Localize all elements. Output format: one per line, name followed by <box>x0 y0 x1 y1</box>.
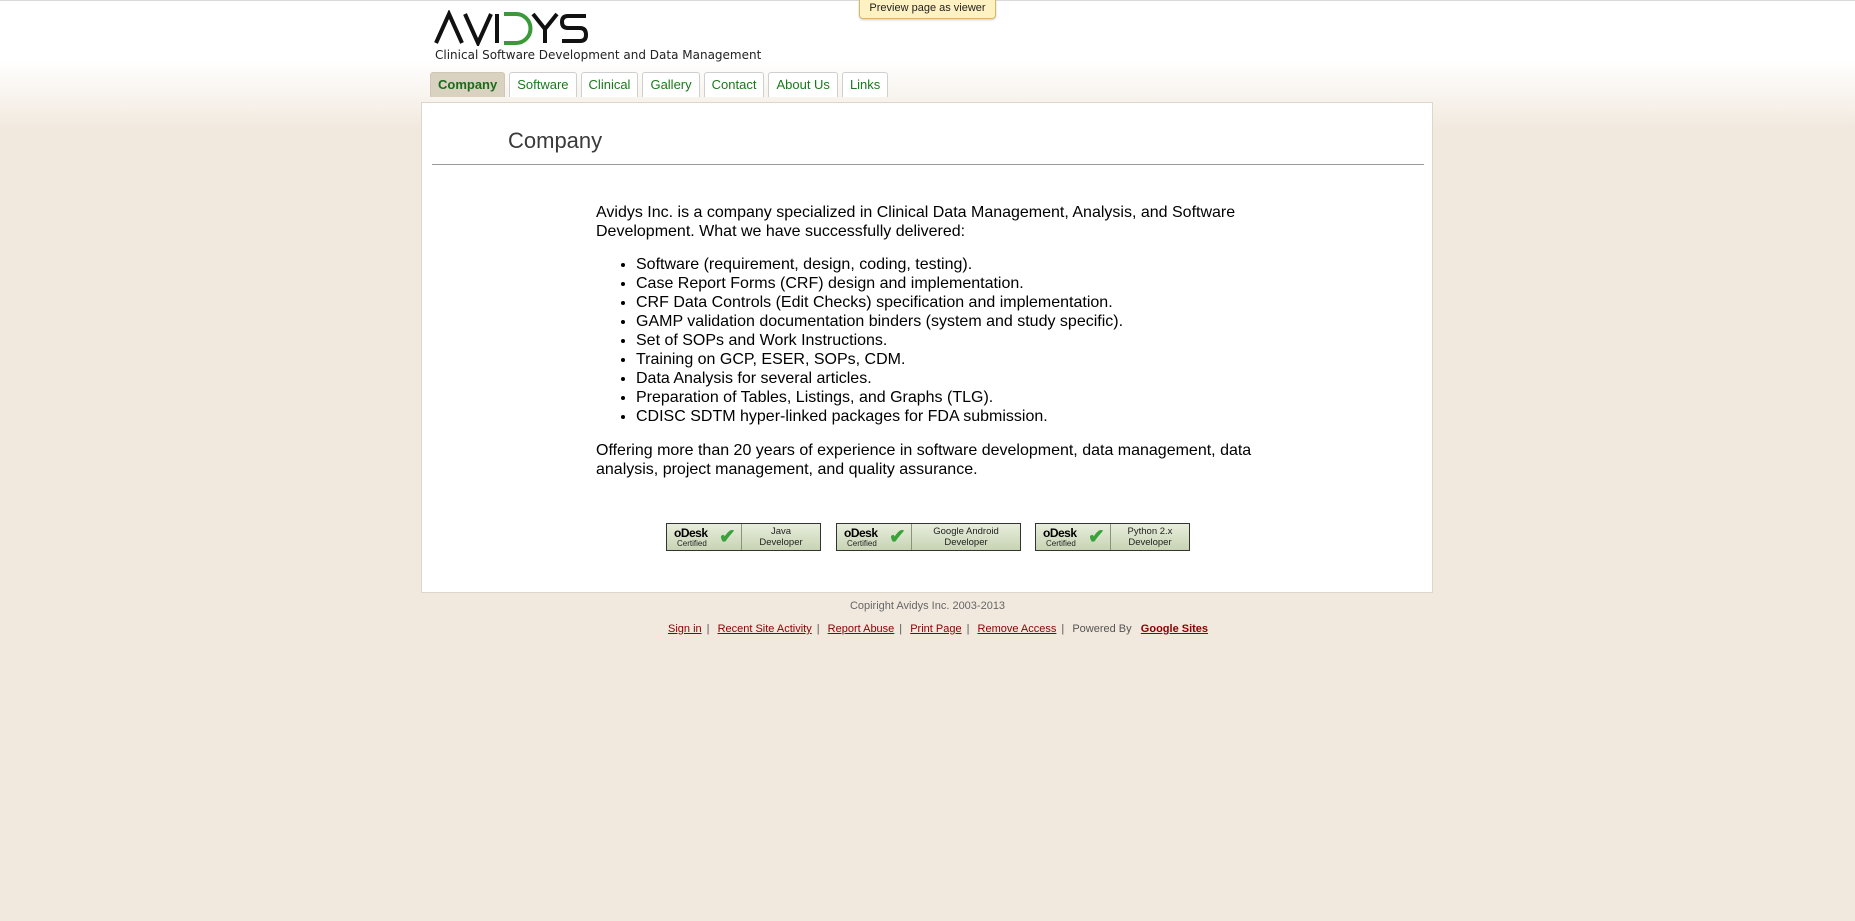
badge-line1: Google Android <box>933 526 999 537</box>
tab-gallery[interactable]: Gallery <box>642 72 700 97</box>
powered-by-label: Powered By <box>1072 623 1132 635</box>
preview-as-viewer-button[interactable]: Preview page as viewer <box>859 0 996 19</box>
intro-paragraph: Avidys Inc. is a company specialized in … <box>596 204 1236 240</box>
badge-line2: Developer <box>759 537 803 548</box>
tab-software[interactable]: Software <box>509 72 577 97</box>
odesk-brand: oDesk <box>844 526 878 540</box>
page-title: Company <box>508 128 603 153</box>
list-item: GAMP validation documentation binders (s… <box>636 312 1256 331</box>
tab-about-us[interactable]: About Us <box>768 72 838 97</box>
list-item: Software (requirement, design, coding, t… <box>636 255 1256 274</box>
report-abuse-link[interactable]: Report Abuse <box>828 623 895 635</box>
recent-site-activity-link[interactable]: Recent Site Activity <box>718 623 812 635</box>
tab-links[interactable]: Links <box>841 72 889 97</box>
list-item: Training on GCP, ESER, SOPs, CDM. <box>636 350 1256 369</box>
print-page-link[interactable]: Print Page <box>910 623 961 635</box>
remove-access-link[interactable]: Remove Access <box>978 623 1057 635</box>
badge-line1: Python 2.x <box>1127 526 1173 537</box>
odesk-android-badge[interactable]: oDesk Certified ✔ Google Android Develope… <box>836 523 1021 551</box>
separator: | <box>1061 623 1065 635</box>
main-content: Avidys Inc. is a company specialized in … <box>596 203 1256 479</box>
badge-label: Java Developer <box>742 524 820 550</box>
certified-label: Certified <box>1046 539 1076 548</box>
list-item: Case Report Forms (CRF) design and imple… <box>636 274 1256 293</box>
badge-line2: Developer <box>944 537 988 548</box>
badge-label: Google Android Developer <box>912 524 1020 550</box>
certified-label: Certified <box>847 539 877 548</box>
odesk-logo: oDesk Certified ✔ <box>1036 524 1111 550</box>
certified-label: Certified <box>677 539 707 548</box>
badge-line2: Developer <box>1128 537 1172 548</box>
outro-paragraph: Offering more than 20 years of experienc… <box>596 442 1252 478</box>
tab-clinical[interactable]: Clinical <box>580 72 639 97</box>
odesk-logo: ooDeskDesk Certified ✔ <box>667 524 742 550</box>
separator: | <box>966 623 970 635</box>
odesk-brand: oDesk <box>1043 526 1077 540</box>
separator: | <box>816 623 820 635</box>
odesk-logo: oDesk Certified ✔ <box>837 524 912 550</box>
checkmark-icon: ✔ <box>719 526 736 548</box>
checkmark-icon: ✔ <box>1088 526 1105 548</box>
site-tagline: Clinical Software Development and Data M… <box>435 48 762 62</box>
sign-in-link[interactable]: Sign in <box>668 623 702 635</box>
tab-company[interactable]: Company <box>430 72 506 97</box>
tab-contact[interactable]: Contact <box>703 72 765 97</box>
list-item: Set of SOPs and Work Instructions. <box>636 331 1256 350</box>
list-item: Data Analysis for several articles. <box>636 369 1256 388</box>
badge-line1: Java <box>770 526 792 537</box>
odesk-brand: ooDeskDesk <box>674 526 708 540</box>
avidys-logo[interactable] <box>434 10 588 46</box>
nav-tabs: Company Software Clinical Gallery Contac… <box>430 72 889 98</box>
list-item: CRF Data Controls (Edit Checks) specific… <box>636 293 1256 312</box>
footer-links: Sign in | Recent Site Activity | Report Ab… <box>668 623 1208 635</box>
badge-label: Python 2.x Developer <box>1111 524 1189 550</box>
title-divider <box>432 164 1424 165</box>
checkmark-icon: ✔ <box>889 526 906 548</box>
copyright-text: Copiright Avidys Inc. 2003-2013 <box>849 600 1006 612</box>
separator: | <box>706 623 710 635</box>
separator: | <box>899 623 903 635</box>
odesk-java-badge[interactable]: ooDeskDesk Certified ✔ JavaDeveloper <box>666 523 821 551</box>
list-item: Preparation of Tables, Listings, and Gra… <box>636 388 1256 407</box>
odesk-python-badge[interactable]: oDesk Certified ✔ Python 2.x Developer <box>1035 523 1190 551</box>
list-item: CDISC SDTM hyper-linked packages for FDA… <box>636 407 1256 426</box>
google-sites-link[interactable]: Google Sites <box>1141 623 1208 635</box>
deliverables-list: Software (requirement, design, coding, t… <box>596 255 1256 426</box>
